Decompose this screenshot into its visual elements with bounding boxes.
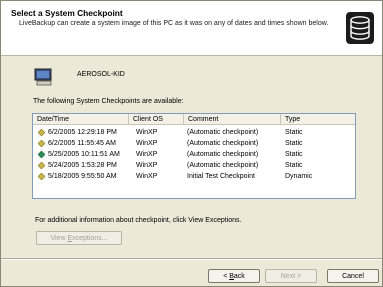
cell-os: WinXP bbox=[136, 140, 158, 147]
cell-comment: Initial Test Checkpoint bbox=[187, 173, 255, 180]
checkpoint-list-caption: The following System Checkpoints are ava… bbox=[33, 98, 184, 105]
computer-name: AEROSOL-KID bbox=[77, 71, 125, 78]
database-icon bbox=[346, 12, 374, 44]
checkpoint-yellow-icon bbox=[38, 140, 45, 147]
cell-type: Static bbox=[285, 162, 303, 169]
checkpoint-yellow-icon bbox=[38, 162, 45, 169]
checkpoint-yellow-icon bbox=[38, 173, 45, 180]
page-subtitle: LiveBackup can create a system image of … bbox=[19, 20, 329, 27]
table-row[interactable]: 5/24/2005 1:53:28 PM WinXP (Automatic ch… bbox=[33, 160, 355, 171]
checkpoint-green-icon bbox=[38, 151, 45, 158]
view-exceptions-label-end: xceptions... bbox=[72, 235, 108, 242]
wizard-header: Select a System Checkpoint LiveBackup ca… bbox=[1, 1, 382, 56]
table-row[interactable]: 6/2/2005 12:29:18 PM WinXP (Automatic ch… bbox=[33, 127, 355, 138]
table-row[interactable]: 6/2/2005 11:55:45 AM WinXP (Automatic ch… bbox=[33, 138, 355, 149]
cell-os: WinXP bbox=[136, 173, 158, 180]
cancel-button[interactable]: Cancel bbox=[327, 269, 379, 283]
cell-datetime: 5/18/2005 9:55:50 AM bbox=[48, 173, 117, 180]
cell-os: WinXP bbox=[136, 129, 158, 136]
column-header-type[interactable]: Type bbox=[281, 114, 355, 125]
checkpoint-list[interactable]: Date/Time Client OS Comment Type 6/2/200… bbox=[32, 113, 356, 199]
view-exceptions-label-start: View bbox=[50, 235, 68, 242]
cell-os: WinXP bbox=[136, 162, 158, 169]
back-label-end: ack bbox=[233, 273, 245, 280]
view-exceptions-button[interactable]: View Exceptions... bbox=[36, 231, 122, 245]
page-title: Select a System Checkpoint bbox=[11, 8, 123, 18]
table-row[interactable]: 5/25/2005 10:11:51 AM WinXP (Automatic c… bbox=[33, 149, 355, 160]
column-header-datetime[interactable]: Date/Time bbox=[33, 114, 129, 125]
next-button[interactable]: Next > bbox=[265, 269, 317, 283]
cell-type: Static bbox=[285, 129, 303, 136]
cell-os: WinXP bbox=[136, 151, 158, 158]
wizard-window: Select a System Checkpoint LiveBackup ca… bbox=[0, 0, 383, 287]
cell-datetime: 5/24/2005 1:53:28 PM bbox=[48, 162, 117, 169]
cell-comment: (Automatic checkpoint) bbox=[187, 151, 259, 158]
cell-datetime: 5/25/2005 10:11:51 AM bbox=[48, 151, 120, 158]
back-button[interactable]: < Back bbox=[208, 269, 260, 283]
table-row[interactable]: 5/18/2005 9:55:50 AM WinXP Initial Test … bbox=[33, 171, 355, 182]
column-header-comment[interactable]: Comment bbox=[184, 114, 281, 125]
cell-type: Dynamic bbox=[285, 173, 313, 180]
cell-comment: (Automatic checkpoint) bbox=[187, 129, 259, 136]
cell-comment: (Automatic checkpoint) bbox=[187, 162, 259, 169]
column-header-client-os[interactable]: Client OS bbox=[129, 114, 184, 125]
cell-datetime: 6/2/2005 12:29:18 PM bbox=[48, 129, 117, 136]
checkpoint-yellow-icon bbox=[38, 129, 45, 136]
computer-icon bbox=[34, 68, 52, 86]
button-bar-separator bbox=[1, 258, 382, 260]
cell-type: Static bbox=[285, 151, 303, 158]
cell-type: Static bbox=[285, 140, 303, 147]
cell-comment: (Automatic checkpoint) bbox=[187, 140, 259, 147]
info-note: For additional information about checkpo… bbox=[35, 217, 242, 224]
cell-datetime: 6/2/2005 11:55:45 AM bbox=[48, 140, 116, 147]
